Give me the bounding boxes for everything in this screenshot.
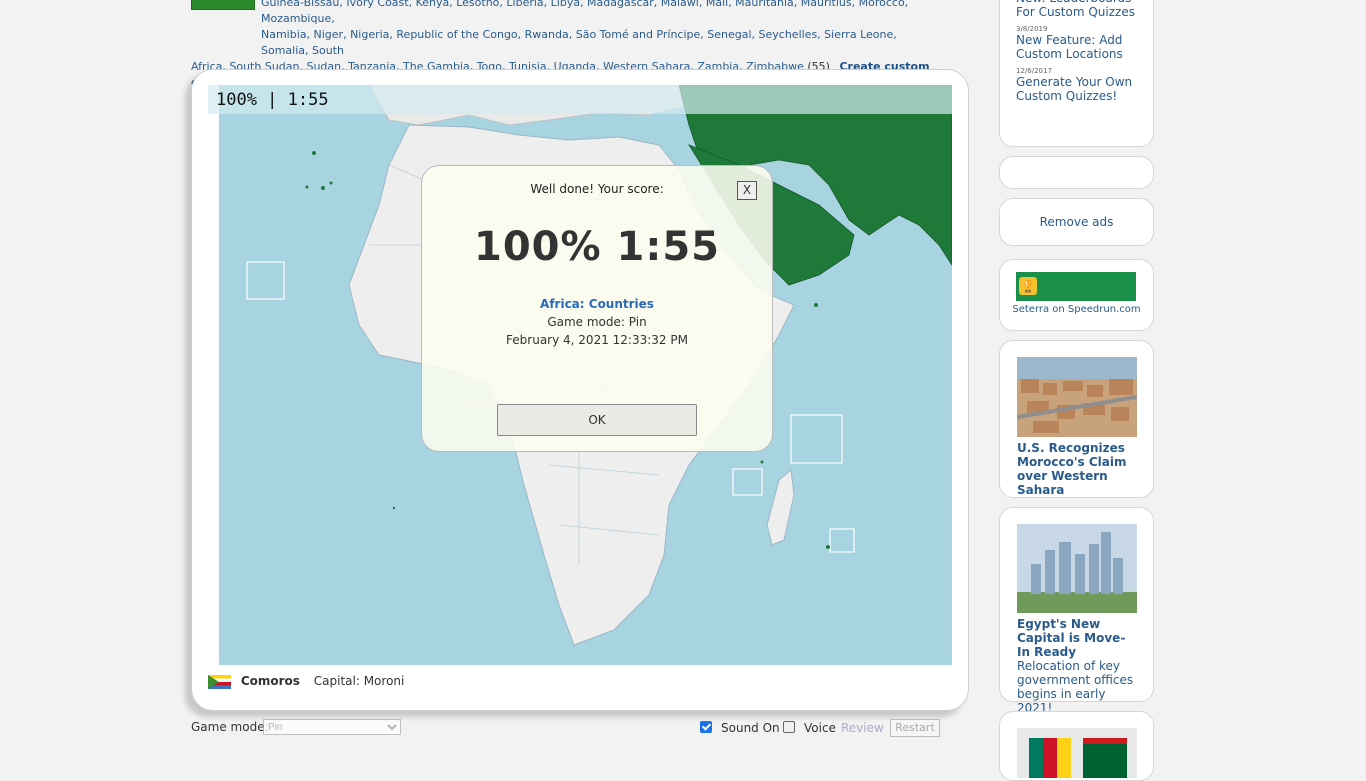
news-box: New: Leaderboards For Custom Quizzes 3/8… <box>999 0 1154 147</box>
article-card[interactable]: Egypt's New Capital is Move-In Ready Rel… <box>999 507 1154 715</box>
voice-label: Voice <box>804 721 836 735</box>
news-date: 3/8/2019 <box>1016 25 1048 33</box>
island-box-comoros <box>732 468 763 496</box>
news-title-link[interactable]: New: Leaderboards For Custom Quizzes <box>1016 0 1137 19</box>
news-item: 12/6/2017 Generate Your Own Custom Quizz… <box>1016 67 1137 103</box>
news-title-link[interactable]: Generate Your Own Custom Quizzes! <box>1016 75 1137 103</box>
speedrun-caption-link[interactable]: Seterra on Speedrun.com <box>1000 304 1153 315</box>
remove-ads-box[interactable]: Remove ads <box>999 198 1154 246</box>
current-country-name: Comoros <box>240 674 300 688</box>
game-mode-label: Game mode: <box>191 720 269 734</box>
news-item: New: Leaderboards For Custom Quizzes <box>1016 0 1137 19</box>
madagascar-landmass <box>766 469 795 546</box>
article-thumbnail-image[interactable] <box>1017 524 1137 613</box>
country-list-row[interactable]: Guinea-Bissau, Ivory Coast, Kenya, Lesot… <box>191 0 931 27</box>
news-title-link[interactable]: New Feature: Add Custom Locations <box>1016 33 1137 61</box>
game-mode-select[interactable]: Pin <box>263 719 401 735</box>
island-box-mauritius <box>829 528 855 553</box>
article-title-link[interactable]: U.S. Recognizes Morocco's Claim over Wes… <box>1017 441 1136 497</box>
current-capital: Capital: Moroni <box>313 674 405 688</box>
current-country-row: Comoros Capital: Moroni <box>208 674 404 689</box>
remove-ads-link[interactable]: Remove ads <box>1040 215 1114 229</box>
game-mode-text: Game mode: Pin <box>547 315 647 329</box>
trophy-icon: 🏆 <box>1019 277 1037 295</box>
news-item: 3/8/2019 New Feature: Add Custom Locatio… <box>1016 25 1137 61</box>
country-list-row[interactable]: Namibia, Niger, Nigeria, Republic of the… <box>191 27 931 59</box>
island-box-cabo-verde <box>246 261 285 300</box>
result-dialog: Well done! Your score: X 100% 1:55 Afric… <box>421 165 773 452</box>
quiz-name-link[interactable]: Africa: Countries <box>422 297 772 311</box>
article-title-link[interactable]: Egypt's New Capital is Move-In Ready <box>1017 617 1136 659</box>
article-card[interactable]: U.S. Recognizes Morocco's Claim over Wes… <box>999 340 1154 498</box>
review-button[interactable]: Review <box>841 721 884 735</box>
close-button[interactable]: X <box>737 181 757 200</box>
speedrun-logo[interactable]: 🏆SPEEDRUN.COM <box>1016 272 1136 322</box>
island-box-seychelles <box>790 414 843 464</box>
empty-ad-box <box>999 156 1154 189</box>
dialog-heading: Well done! Your score: <box>530 182 664 196</box>
score-timer-bar: 100% | 1:55 <box>208 85 952 114</box>
article-card[interactable] <box>999 711 1154 781</box>
final-score: 100% 1:55 <box>474 224 720 270</box>
article-thumbnail-image[interactable] <box>1017 357 1137 437</box>
sound-label: Sound On <box>721 721 780 735</box>
flags-thumbnail-image[interactable] <box>1017 728 1137 778</box>
speedrun-box[interactable]: 🏆SPEEDRUN.COM Seterra on Speedrun.com <box>999 259 1154 331</box>
result-date: February 4, 2021 12:33:32 PM <box>506 333 688 347</box>
voice-toggle[interactable]: Voice <box>783 721 836 735</box>
sound-checkbox[interactable] <box>700 721 712 733</box>
restart-button[interactable]: Restart <box>890 719 940 737</box>
sound-toggle[interactable]: Sound On <box>700 721 780 735</box>
article-description[interactable]: Relocation of key government offices beg… <box>1017 659 1136 715</box>
voice-checkbox[interactable] <box>783 721 795 733</box>
ok-button[interactable]: OK <box>497 404 697 436</box>
news-date: 12/6/2017 <box>1016 67 1052 75</box>
comoros-flag-icon <box>208 674 231 689</box>
